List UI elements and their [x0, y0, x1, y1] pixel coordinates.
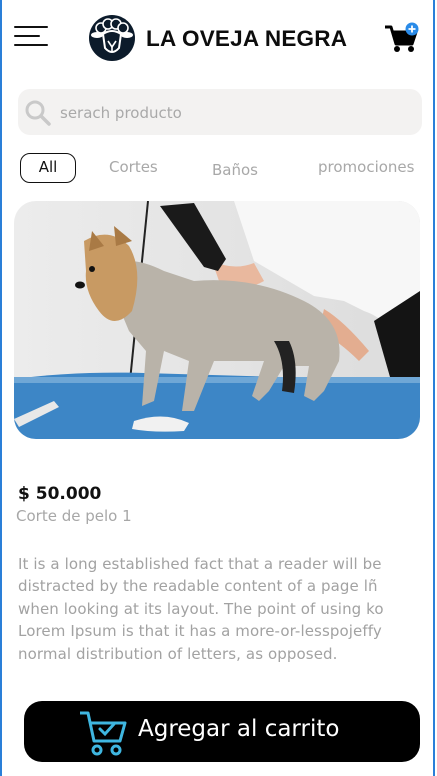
add-to-cart-button[interactable]: Agregar al carrito — [24, 701, 420, 762]
search-input[interactable] — [58, 99, 412, 127]
shopping-cart-icon[interactable] — [384, 22, 420, 54]
product-image — [14, 201, 420, 439]
add-to-cart-label: Agregar al carrito — [138, 716, 340, 742]
description-line: distracted by the readable content of a … — [18, 577, 378, 596]
plus-badge-icon — [405, 22, 419, 36]
tab-banos[interactable]: Baños — [212, 161, 258, 179]
hamburger-menu-icon[interactable] — [14, 26, 48, 46]
black-sheep-logo — [89, 15, 135, 61]
cart-check-icon — [80, 711, 127, 756]
tab-promociones[interactable]: promociones — [318, 158, 414, 176]
tab-cortes[interactable]: Cortes — [109, 158, 158, 176]
brand-title: LA OVEJA NEGRA — [146, 26, 348, 51]
product-name: Corte de pelo 1 — [16, 507, 132, 525]
description-line: Lorem Ipsum is that it has a more-or-les… — [18, 622, 382, 641]
product-price: $ 50.000 — [18, 484, 102, 504]
tab-all[interactable]: All — [20, 153, 76, 183]
description-line: normal distribution of letters, as oppos… — [18, 644, 338, 663]
product-description: It is a long established fact that a rea… — [18, 553, 430, 665]
search-icon[interactable] — [24, 99, 52, 127]
description-line: when looking at its layout. The point of… — [18, 599, 384, 618]
search-bar — [18, 89, 422, 135]
description-line: It is a long established fact that a rea… — [18, 555, 382, 573]
